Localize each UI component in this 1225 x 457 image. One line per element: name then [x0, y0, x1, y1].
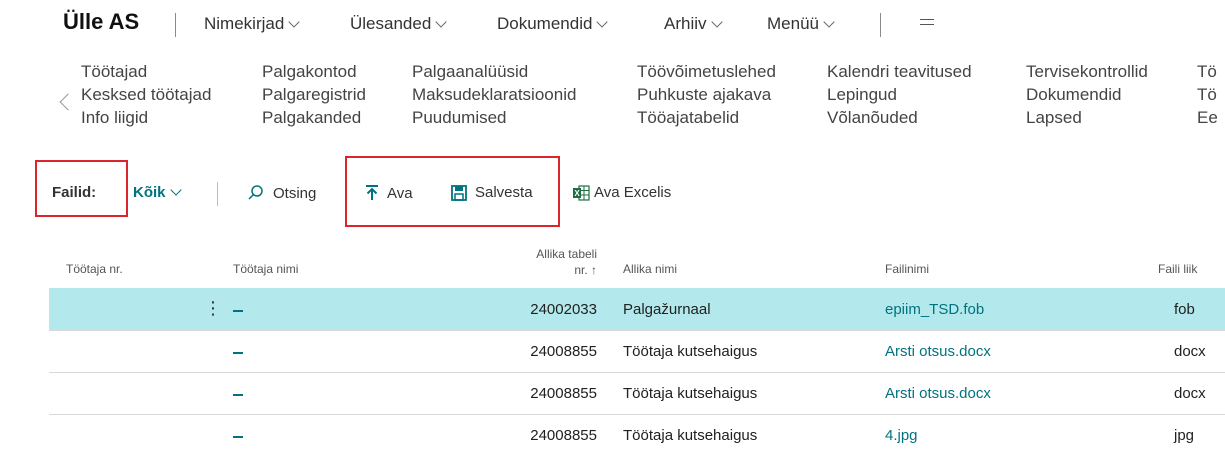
employee-name-link[interactable] — [233, 310, 243, 312]
nav-link-lepingud[interactable]: Lepingud — [827, 83, 972, 106]
top-bar: Ülle AS Nimekirjad Ülesanded Dokumendid … — [0, 0, 1225, 48]
nav-column: Tervisekontrollid Dokumendid Lapsed — [1026, 60, 1148, 129]
header-line: Allika tabeli — [536, 247, 597, 261]
nav-link-kesksed-tootajad[interactable]: Kesksed töötajad — [81, 83, 211, 106]
nav-link-lapsed[interactable]: Lapsed — [1026, 106, 1148, 129]
menu-label: Ülesanded — [350, 14, 432, 33]
chevron-down-icon — [710, 15, 723, 28]
nav-link-palgaregistrid[interactable]: Palgaregistrid — [262, 83, 366, 106]
source-name: Töötaja kutsehaigus — [623, 385, 758, 402]
source-table-no: 24008855 — [530, 385, 597, 402]
highlight-box — [35, 160, 128, 217]
nav-column: Palgakontod Palgaregistrid Palgakanded — [262, 60, 366, 129]
file-type: jpg — [1174, 427, 1195, 444]
nav-link-info-liigid[interactable]: Info liigid — [81, 106, 211, 129]
table-row[interactable]: 24008855 Töötaja kutsehaigus Arsti otsus… — [49, 330, 1225, 373]
table-row[interactable]: ⋮ 24002033 Palgažurnaal epiim_TSD.fob fo… — [49, 288, 1225, 331]
file-type: docx — [1174, 385, 1206, 402]
menu-menuu[interactable]: Menüü — [767, 14, 835, 34]
filter-label: Kõik — [133, 184, 166, 201]
employee-name-link[interactable] — [233, 352, 243, 354]
nav-links: Töötajad Kesksed töötajad Info liigid Pa… — [0, 60, 1225, 160]
nav-column: Tö Tö Ee — [1197, 60, 1218, 129]
employee-name-link[interactable] — [233, 436, 243, 438]
column-header-file-type[interactable]: Faili liik — [1158, 262, 1197, 276]
source-table-no: 24002033 — [530, 301, 597, 318]
column-header-file-name[interactable]: Failinimi — [885, 262, 929, 276]
more-options-icon[interactable]: ⋮ — [204, 299, 222, 317]
file-type: fob — [1174, 301, 1195, 318]
chevron-down-icon — [288, 15, 300, 28]
highlight-box — [345, 156, 560, 227]
menu-label: Arhiiv — [664, 14, 707, 33]
file-name-link[interactable]: Arsti otsus.docx — [885, 343, 991, 360]
source-name: Töötaja kutsehaigus — [623, 343, 758, 360]
search-label: Otsing — [273, 184, 317, 202]
nav-link-truncated[interactable]: Tö — [1197, 60, 1218, 83]
nav-link-truncated[interactable]: Tö — [1197, 83, 1218, 106]
chevron-down-icon — [823, 15, 835, 28]
source-name: Töötaja kutsehaigus — [623, 427, 758, 444]
source-table-no: 24008855 — [530, 343, 597, 360]
search-icon — [248, 185, 263, 200]
company-name[interactable]: Ülle AS — [63, 9, 139, 35]
source-name: Palgažurnaal — [623, 301, 711, 318]
nav-link-puhkuste-ajakava[interactable]: Puhkuste ajakava — [637, 83, 776, 106]
nav-link-volanouded[interactable]: Võlanõuded — [827, 106, 972, 129]
chevron-down-icon — [435, 15, 447, 28]
action-bar: Failid: Kõik Otsing Ava Salvesta X Ava E… — [0, 176, 1225, 212]
menu-label: Menüü — [767, 14, 819, 33]
column-header-employee-name[interactable]: Töötaja nimi — [233, 262, 298, 276]
excel-label: Ava Excelis — [594, 184, 672, 201]
nav-column: Kalendri teavitused Lepingud Võlanõuded — [827, 60, 972, 129]
column-header-source-name[interactable]: Allika nimi — [623, 262, 677, 276]
file-name-link[interactable]: epiim_TSD.fob — [885, 301, 984, 318]
nav-link-toovoimetuslehed[interactable]: Töövõimetuslehed — [637, 60, 776, 83]
file-type: docx — [1174, 343, 1206, 360]
nav-link-dokumendid[interactable]: Dokumendid — [1026, 83, 1148, 106]
column-header-source-table[interactable]: Allika tabeli nr. ↑ — [480, 246, 597, 278]
nav-link-tooajatabelid[interactable]: Tööajatabelid — [637, 106, 776, 129]
table-row[interactable]: 24008855 Töötaja kutsehaigus Arsti otsus… — [49, 372, 1225, 415]
menu-ulesanded[interactable]: Ülesanded — [350, 14, 447, 34]
header-line: nr. ↑ — [574, 263, 597, 277]
divider — [880, 13, 881, 37]
nav-link-tervisekontrollid[interactable]: Tervisekontrollid — [1026, 60, 1148, 83]
menu-label: Dokumendid — [497, 14, 593, 33]
open-in-excel-button[interactable]: X Ava Excelis — [572, 184, 671, 201]
nav-link-kalendri-teavitused[interactable]: Kalendri teavitused — [827, 60, 972, 83]
nav-link-tootajad[interactable]: Töötajad — [81, 60, 211, 83]
hamburger-icon[interactable] — [920, 19, 934, 29]
table-header: Töötaja nr. Töötaja nimi Allika tabeli n… — [0, 246, 1225, 288]
nav-link-palgakanded[interactable]: Palgakanded — [262, 106, 366, 129]
nav-column: Töötajad Kesksed töötajad Info liigid — [81, 60, 211, 129]
divider — [175, 13, 176, 37]
file-name-link[interactable]: Arsti otsus.docx — [885, 385, 991, 402]
source-table-no: 24008855 — [530, 427, 597, 444]
nav-link-puudumised[interactable]: Puudumised — [412, 106, 576, 129]
nav-link-truncated[interactable]: Ee — [1197, 106, 1218, 129]
menu-arhiiv[interactable]: Arhiiv — [664, 14, 723, 34]
excel-icon: X — [573, 184, 590, 201]
nav-column: Töövõimetuslehed Puhkuste ajakava Tööaja… — [637, 60, 776, 129]
divider — [217, 182, 218, 206]
menu-dokumendid[interactable]: Dokumendid — [497, 14, 609, 34]
nav-link-palgaanaluusid[interactable]: Palgaanalüüsid — [412, 60, 576, 83]
menu-label: Nimekirjad — [204, 14, 285, 33]
filter-dropdown[interactable]: Kõik — [133, 184, 182, 201]
chevron-down-icon — [169, 184, 182, 196]
nav-link-palgakontod[interactable]: Palgakontod — [262, 60, 366, 83]
nav-link-maksudeklaratsioonid[interactable]: Maksudeklaratsioonid — [412, 83, 576, 106]
column-header-employee-no[interactable]: Töötaja nr. — [66, 262, 123, 276]
employee-name-link[interactable] — [233, 394, 243, 396]
nav-column: Palgaanalüüsid Maksudeklaratsioonid Puud… — [412, 60, 576, 129]
chevron-down-icon — [596, 15, 609, 28]
table-row[interactable]: 24008855 Töötaja kutsehaigus 4.jpg jpg — [49, 414, 1225, 457]
svg-text:X: X — [574, 189, 580, 198]
file-name-link[interactable]: 4.jpg — [885, 427, 918, 444]
menu-nimekirjad[interactable]: Nimekirjad — [204, 14, 300, 34]
search-button[interactable]: Otsing — [247, 184, 316, 202]
